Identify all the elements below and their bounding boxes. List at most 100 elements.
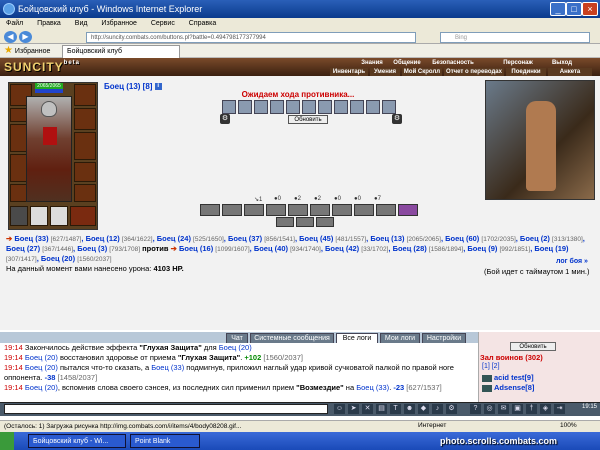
search-input[interactable]: Bing: [440, 32, 590, 43]
browser-tab[interactable]: Бойцовский клуб: [62, 45, 180, 58]
boots-slot[interactable]: [74, 184, 96, 202]
amulet-slot[interactable]: [74, 84, 96, 106]
gloves-slot[interactable]: [74, 108, 96, 130]
ring-slot[interactable]: [74, 162, 96, 182]
spell-slot-13[interactable]: [316, 217, 334, 227]
lock-icon[interactable]: ◆: [418, 404, 429, 414]
mail-icon[interactable]: ✉: [498, 404, 509, 414]
address-input[interactable]: http://suncity.combats.com/buttons.pl?ba…: [86, 32, 416, 43]
back-arrow-icon[interactable]: ◀: [4, 31, 17, 43]
refresh-button[interactable]: Обновить: [288, 115, 328, 124]
spell-slot-9[interactable]: [376, 204, 396, 216]
map-icon[interactable]: ◎: [484, 404, 495, 414]
team1-fighter[interactable]: Боец (2) [313/1380]: [520, 234, 583, 243]
users-icon[interactable]: ☻: [404, 404, 415, 414]
skill-slot-9[interactable]: [350, 100, 364, 114]
maximize-button[interactable]: □: [566, 2, 582, 16]
sword-icon[interactable]: †: [526, 404, 537, 414]
skill-slot-5[interactable]: [286, 100, 300, 114]
filter-icon[interactable]: ▤: [376, 404, 387, 414]
team2-fighter[interactable]: Боец (9) [992/1851]: [467, 244, 530, 253]
menu-file[interactable]: Файл: [6, 20, 23, 27]
team2-fighter[interactable]: Боец (40) [934/1740]: [254, 244, 321, 253]
taskbar-item-pointblank[interactable]: Point Blank: [130, 434, 200, 448]
tab-settings[interactable]: Настройки: [422, 333, 466, 343]
clear-icon[interactable]: ✕: [362, 404, 373, 414]
info-icon[interactable]: i: [154, 83, 162, 91]
battle-log-link[interactable]: лог боя »: [556, 258, 588, 265]
team2-fighter[interactable]: Боец (42) [33/1702]: [325, 244, 388, 253]
book-icon[interactable]: ▣: [512, 404, 523, 414]
chat-input[interactable]: [4, 404, 328, 414]
favorites-label[interactable]: Избранное: [15, 48, 50, 55]
spell-slot-10[interactable]: [398, 204, 418, 216]
nav-communication[interactable]: Общение: [390, 59, 424, 67]
spell-slot-11[interactable]: [276, 217, 294, 227]
help-icon[interactable]: ?: [470, 404, 481, 414]
team1-fighter[interactable]: Боец (13) [2065/2065]: [370, 234, 441, 243]
team1-fighter[interactable]: Боец (12) [364/1622]: [86, 234, 153, 243]
spell-slot-1[interactable]: [200, 204, 220, 216]
team2-fighter[interactable]: Боец (20) [1560/2037]: [41, 254, 112, 263]
subnav-fights[interactable]: Поединки: [506, 68, 546, 76]
team1-fighter[interactable]: Боец (27) [367/1446]: [6, 244, 73, 253]
spell-slot-8[interactable]: [354, 204, 374, 216]
menu-favorites[interactable]: Избранное: [101, 20, 136, 27]
belt-item-slot-2[interactable]: [30, 206, 48, 226]
subnav-transfer-report[interactable]: Отчет о переводах: [444, 68, 504, 76]
skill-slot-3[interactable]: [254, 100, 268, 114]
translit-icon[interactable]: Т: [390, 404, 401, 414]
spell-slot-4[interactable]: [266, 204, 286, 216]
nav-character[interactable]: Персонаж: [500, 59, 536, 67]
exit-icon[interactable]: ⇥: [554, 404, 565, 414]
spell-slot-5[interactable]: [288, 204, 308, 216]
nav-security[interactable]: Безопасность: [428, 59, 478, 67]
team1-fighter[interactable]: Боец (45) [481/1557]: [299, 234, 366, 243]
online-user[interactable]: Adsense[8]: [482, 383, 534, 392]
spell-slot-2[interactable]: [222, 204, 242, 216]
team2-fighter[interactable]: Боец (16) [1099/1607]: [179, 244, 250, 253]
minimize-button[interactable]: _: [550, 2, 566, 16]
belt-item-slot-4[interactable]: [70, 206, 96, 226]
gear-icon-right[interactable]: ⚙: [392, 114, 402, 124]
skill-slot-4[interactable]: [270, 100, 284, 114]
zoom-level[interactable]: 100%: [560, 420, 577, 432]
room-refresh-button[interactable]: Обновить: [510, 342, 556, 351]
skill-slot-7[interactable]: [318, 100, 332, 114]
belt-item-slot-1[interactable]: [10, 206, 28, 226]
room-pagination[interactable]: [1] [2]: [482, 363, 500, 370]
team1-fighter[interactable]: Боец (3) [793/1708]: [77, 244, 140, 253]
menu-edit[interactable]: Правка: [37, 20, 61, 27]
taskbar-item-browser[interactable]: Бойцовский клуб - Wi...: [28, 434, 126, 448]
online-user[interactable]: acid test[9]: [482, 373, 534, 382]
spell-slot-6[interactable]: [310, 204, 330, 216]
start-button[interactable]: [0, 432, 14, 450]
subnav-profile[interactable]: Анкета: [548, 68, 592, 76]
team1-fighter[interactable]: Боец (37) [856/1541]: [228, 234, 295, 243]
menu-help[interactable]: Справка: [189, 20, 216, 27]
tab-system-messages[interactable]: Системные сообщения: [250, 333, 334, 343]
star-icon[interactable]: ★: [4, 45, 13, 56]
forward-arrow-icon[interactable]: ▶: [19, 31, 32, 43]
spell-slot-12[interactable]: [296, 217, 314, 227]
shield-slot[interactable]: [74, 132, 96, 160]
send-icon[interactable]: ➤: [348, 404, 359, 414]
menu-view[interactable]: Вид: [75, 20, 88, 27]
team1-fighter[interactable]: Боец (33) [627/1487]: [14, 234, 81, 243]
team2-fighter[interactable]: Боец (28) [1586/1894]: [393, 244, 464, 253]
spell-slot-3[interactable]: [244, 204, 264, 216]
bell-icon[interactable]: ♪: [432, 404, 443, 414]
team1-fighter[interactable]: Боец (24) [525/1650]: [157, 234, 224, 243]
settings-icon[interactable]: ⚙: [446, 404, 457, 414]
close-button[interactable]: ×: [582, 2, 598, 16]
team1-fighter[interactable]: Боец (60) [1702/2035]: [445, 234, 516, 243]
nav-exit[interactable]: Выход: [548, 59, 576, 67]
player-name[interactable]: Боец (13) [8] i: [104, 82, 162, 91]
gear-icon[interactable]: ⚙: [220, 114, 230, 124]
spell-slot-7[interactable]: [332, 204, 352, 216]
tab-chat[interactable]: Чат: [226, 333, 248, 343]
skill-slot-2[interactable]: [238, 100, 252, 114]
skill-slot-8[interactable]: [334, 100, 348, 114]
skill-slot-1[interactable]: [222, 100, 236, 114]
subnav-skills[interactable]: Умения: [370, 68, 400, 76]
